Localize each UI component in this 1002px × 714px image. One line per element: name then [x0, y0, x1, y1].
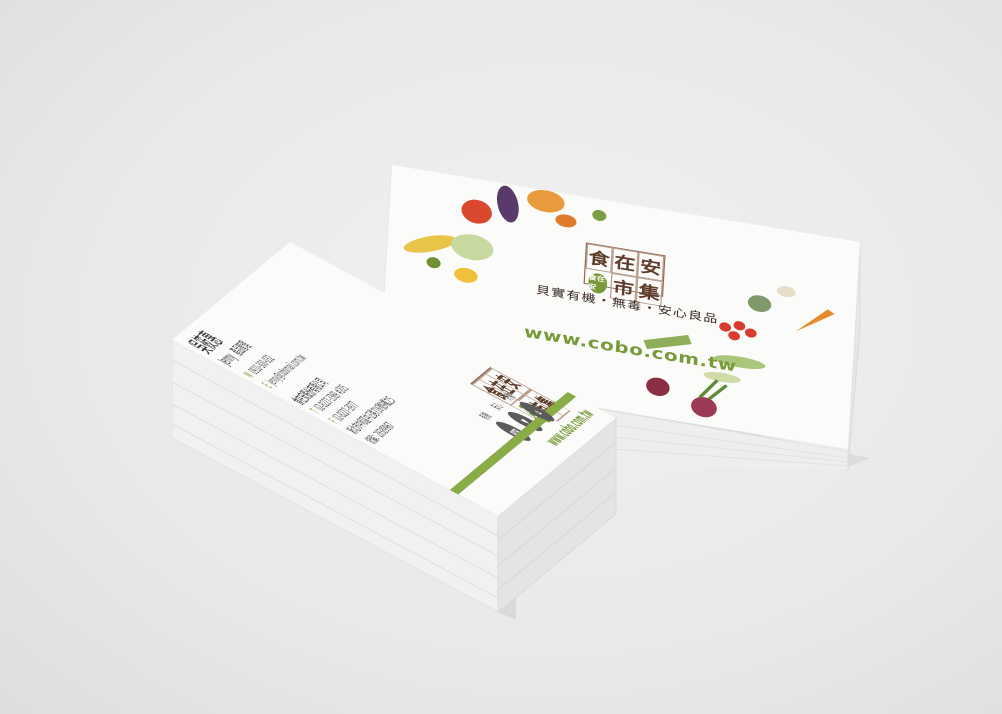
artichoke-icon — [747, 295, 772, 312]
brand-char: 食 — [585, 243, 613, 273]
tomato-icon — [461, 199, 492, 224]
cabbage-icon — [451, 234, 494, 261]
eggplant-icon — [496, 185, 519, 223]
job-title: 產品管理 — [228, 339, 256, 359]
beet-icon — [646, 377, 670, 397]
mushroom-icon — [776, 286, 796, 298]
carrot-icon — [795, 309, 835, 332]
corn-icon — [403, 235, 457, 253]
pepper-icon — [454, 267, 478, 283]
